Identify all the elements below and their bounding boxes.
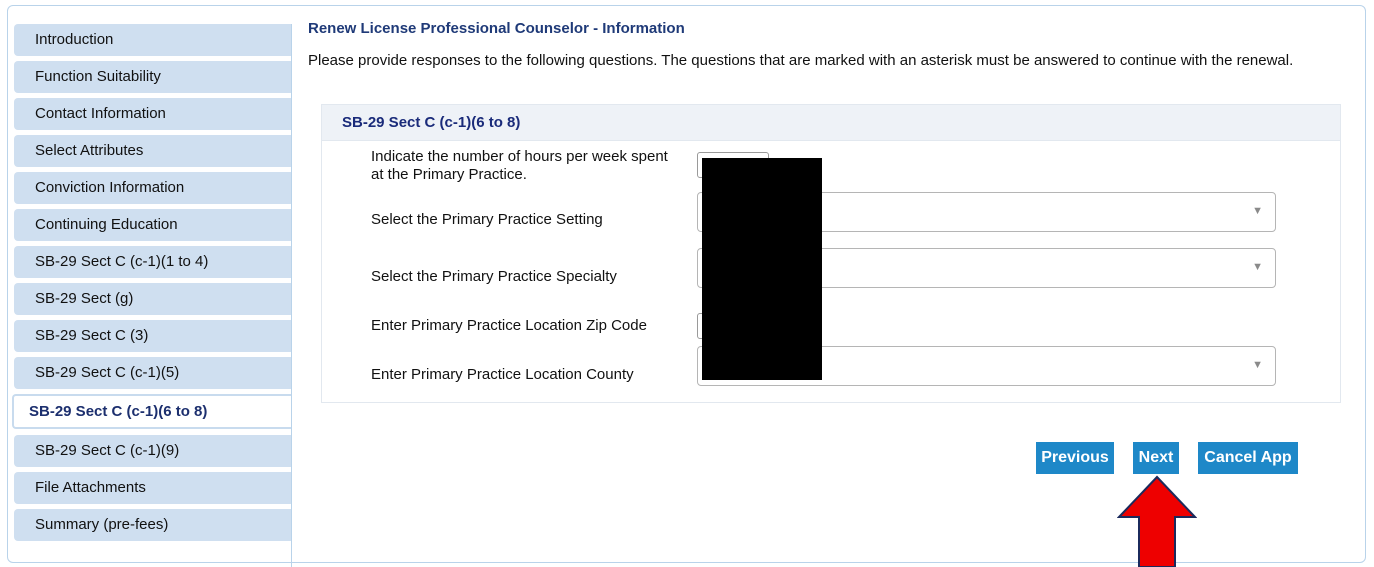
page-title: Renew License Professional Counselor - I… [308,20,685,37]
instructions-text: Please provide responses to the followin… [308,52,1294,69]
sidebar-item-sb29-c1-1-to-4[interactable]: SB-29 Sect C (c-1)(1 to 4) [14,246,291,278]
hours-per-week-label: Indicate the number of hours per week sp… [371,148,668,183]
sidebar-item-sb29-g[interactable]: SB-29 Sect (g) [14,283,291,315]
sidebar-item-select-attributes[interactable]: Select Attributes [14,135,291,167]
sidebar-item-summary-pre-fees[interactable]: Summary (pre-fees) [14,509,291,541]
sidebar-item-sb29-c-3[interactable]: SB-29 Sect C (3) [14,320,291,352]
previous-button[interactable]: Previous [1036,442,1114,474]
sidebar-item-contact-information[interactable]: Contact Information [14,98,291,130]
section-header: SB-29 Sect C (c-1)(6 to 8) [322,105,1340,141]
zip-code-label: Enter Primary Practice Location Zip Code [371,317,647,334]
county-label: Enter Primary Practice Location County [371,366,634,383]
sidebar-nav: Introduction Function Suitability Contac… [12,24,292,567]
sidebar-item-function-suitability[interactable]: Function Suitability [14,61,291,93]
practice-specialty-label: Select the Primary Practice Specialty [371,268,617,285]
sidebar-item-conviction-information[interactable]: Conviction Information [14,172,291,204]
sidebar-item-continuing-education[interactable]: Continuing Education [14,209,291,241]
cancel-app-button[interactable]: Cancel App [1198,442,1298,474]
sidebar-item-introduction[interactable]: Introduction [14,24,291,56]
chevron-down-icon: ▼ [1252,359,1263,371]
chevron-down-icon: ▼ [1252,261,1263,273]
red-up-arrow-icon [1117,475,1197,567]
chevron-down-icon: ▼ [1252,205,1263,217]
sidebar-item-sb29-c1-6-to-8[interactable]: SB-29 Sect C (c-1)(6 to 8) [12,394,291,429]
next-button[interactable]: Next [1133,442,1179,474]
sidebar-item-file-attachments[interactable]: File Attachments [14,472,291,504]
sidebar-item-sb29-c1-9[interactable]: SB-29 Sect C (c-1)(9) [14,435,291,467]
redaction-box [702,158,822,380]
practice-setting-label: Select the Primary Practice Setting [371,211,603,228]
sidebar-item-sb29-c1-5[interactable]: SB-29 Sect C (c-1)(5) [14,357,291,389]
